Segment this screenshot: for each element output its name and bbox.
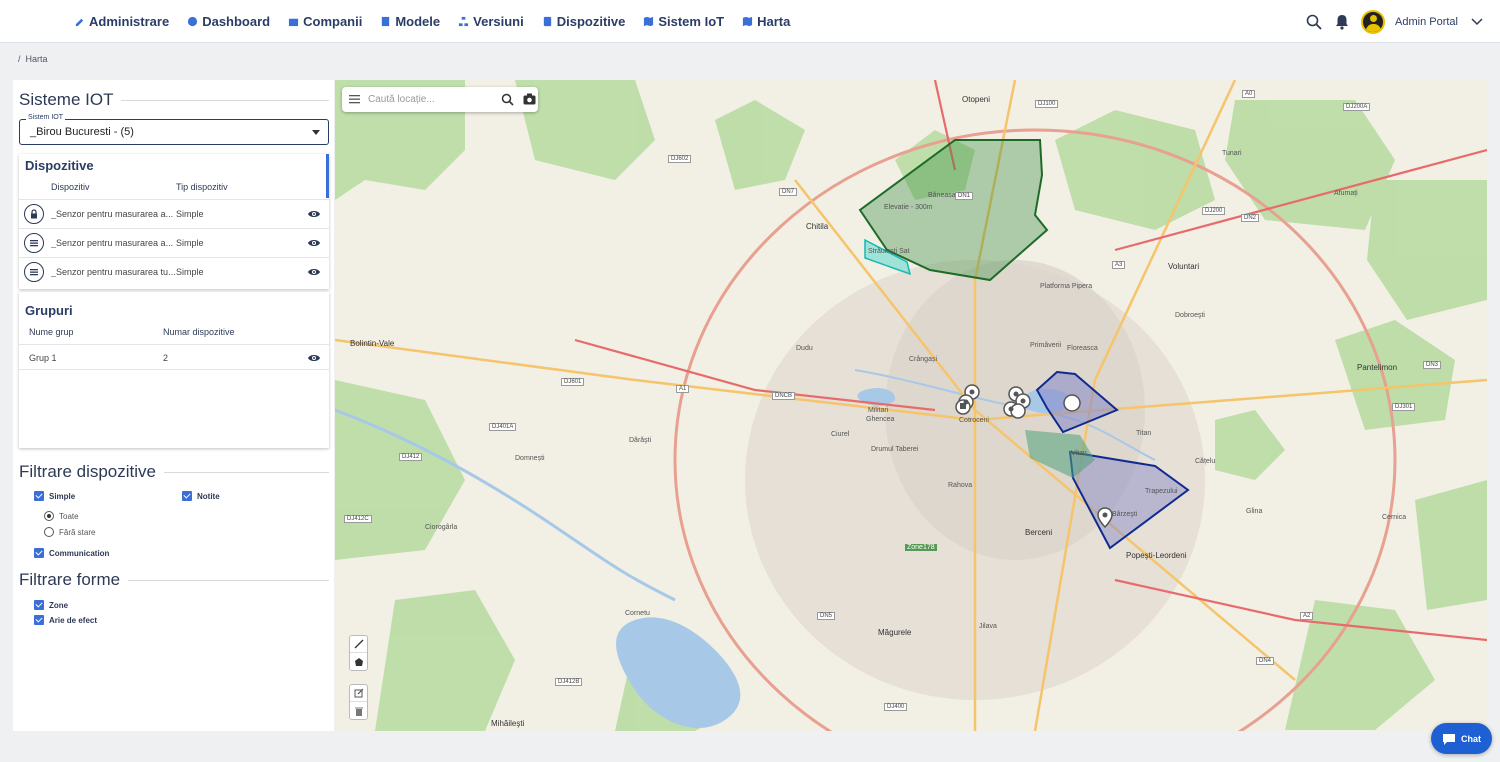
nav-harta[interactable]: Harta: [742, 14, 790, 29]
table-row[interactable]: Grup 1 2: [19, 344, 329, 370]
table-row[interactable]: _Senzor pentru masurarea tu... Simple: [19, 257, 329, 286]
draw-toolbar: [349, 635, 368, 671]
filter-zone[interactable]: Zone: [34, 600, 68, 610]
avatar[interactable]: [1361, 9, 1386, 34]
trash-icon: [354, 707, 363, 716]
chat-button[interactable]: Chat: [1431, 723, 1492, 754]
radio-all[interactable]: Toate: [44, 511, 79, 521]
eye-icon[interactable]: [307, 266, 321, 278]
building-icon: [289, 18, 299, 27]
radio-no-state[interactable]: Fără stare: [44, 527, 95, 537]
map-icon: [644, 16, 654, 27]
map-view[interactable]: Otopeni Voluntari Pantelimon Chitila Bol…: [335, 80, 1487, 731]
sitemap-icon: [459, 16, 469, 27]
nav-companii[interactable]: Companii: [288, 14, 362, 29]
polygon-icon: [354, 657, 363, 666]
column-header-group-name: Nume grup: [29, 327, 74, 337]
filter-communication[interactable]: Communication: [34, 548, 109, 558]
devices-card: Dispozitive Dispozitiv Tip dispozitiv _S…: [19, 154, 329, 289]
column-header-type: Tip dispozitiv: [176, 182, 228, 192]
filter-area[interactable]: Arie de efect: [34, 615, 97, 625]
user-name[interactable]: Admin Portal: [1395, 16, 1458, 28]
column-header-device: Dispozitiv: [51, 182, 90, 192]
nav-versiuni[interactable]: Versiuni: [458, 14, 524, 29]
location-search-input[interactable]: [368, 91, 488, 108]
edit-layers-button[interactable]: [350, 685, 367, 702]
checkbox[interactable]: [34, 600, 44, 610]
map-search-bar: [342, 87, 538, 112]
lines-icon: [24, 233, 44, 253]
navbar-right: Admin Portal: [1305, 0, 1486, 43]
breadcrumb: / Harta: [18, 54, 48, 64]
groups-card: Grupuri Nume grup Numar dispozitive Grup…: [19, 292, 329, 448]
eye-icon[interactable]: [307, 208, 321, 220]
checkbox[interactable]: [34, 548, 44, 558]
main-menu: Administrare Dashboard Companii Modele V…: [74, 0, 790, 43]
chat-bubble-icon: [1443, 733, 1455, 745]
checkbox[interactable]: [34, 615, 44, 625]
map-icon: [743, 16, 753, 27]
lock-icon: [24, 204, 44, 224]
iot-systems-title: Sisteme IOT: [19, 90, 329, 110]
search-icon[interactable]: [1305, 13, 1323, 31]
edit-icon: [354, 688, 363, 698]
nav-administrare[interactable]: Administrare: [74, 14, 169, 29]
search-icon[interactable]: [501, 93, 514, 106]
breadcrumb-current[interactable]: Harta: [26, 54, 48, 64]
chevron-down-icon[interactable]: [1468, 13, 1486, 31]
edit-toolbar: [349, 684, 368, 720]
nav-sistem-iot[interactable]: Sistem IoT: [643, 14, 724, 29]
iot-system-select[interactable]: Sistem IOT _Birou Bucuresti - (5): [19, 114, 329, 145]
camera-icon[interactable]: [523, 93, 536, 105]
filter-simple[interactable]: Simple: [34, 491, 75, 501]
column-header-device-count: Numar dispozitive: [163, 327, 235, 337]
delete-layers-button[interactable]: [350, 702, 367, 719]
table-row[interactable]: _Senzor pentru masurarea a... Simple: [19, 228, 329, 257]
book-icon: [382, 16, 390, 27]
checkbox[interactable]: [182, 491, 192, 501]
nav-dashboard[interactable]: Dashboard: [187, 14, 270, 29]
menu-icon[interactable]: [349, 94, 360, 104]
radio-button[interactable]: [44, 511, 54, 521]
left-panel: Sisteme IOT Sistem IOT _Birou Bucuresti …: [13, 80, 334, 731]
dashboard-icon: [188, 16, 198, 27]
nav-modele[interactable]: Modele: [380, 14, 440, 29]
device-filter-title: Filtrare dispozitive: [19, 462, 329, 482]
tablet-icon: [543, 16, 551, 27]
eye-icon[interactable]: [307, 352, 321, 364]
line-icon: [354, 639, 363, 649]
draw-polygon-button[interactable]: [350, 653, 367, 670]
checkbox[interactable]: [34, 491, 44, 501]
eye-icon[interactable]: [307, 237, 321, 249]
dropdown-arrow-icon: [312, 130, 320, 135]
radio-button[interactable]: [44, 527, 54, 537]
top-navbar: Administrare Dashboard Companii Modele V…: [0, 0, 1500, 43]
scrollbar[interactable]: [326, 154, 329, 198]
draw-line-button[interactable]: [350, 636, 367, 653]
table-row[interactable]: _Senzor pentru masurarea a... Simple: [19, 199, 329, 228]
shape-filter-title: Filtrare forme: [19, 570, 329, 590]
filter-notite[interactable]: Notite: [182, 491, 220, 501]
bell-icon[interactable]: [1333, 13, 1351, 31]
devices-title: Dispozitive: [25, 158, 94, 173]
lines-icon: [24, 262, 44, 282]
groups-title: Grupuri: [25, 303, 73, 318]
nav-dispozitive[interactable]: Dispozitive: [542, 14, 625, 29]
pencil-icon: [75, 18, 84, 27]
